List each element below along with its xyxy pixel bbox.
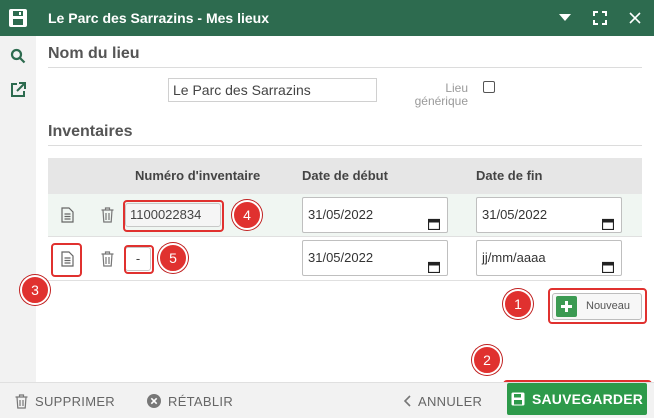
cancel-button[interactable]: ANNULER [403, 383, 482, 418]
document-icon[interactable] [59, 206, 75, 224]
section-divider [48, 145, 642, 146]
inventories-section-title: Inventaires [48, 123, 133, 140]
end-date-placeholder: jj/mm/aaaa [482, 250, 546, 265]
highlight-document-icon [51, 243, 82, 277]
calendar-icon[interactable] [601, 252, 615, 286]
delete-button[interactable]: SUPPRIMER [15, 383, 115, 418]
generic-label-line2: générique [414, 94, 468, 108]
highlight-inventory-number [123, 200, 224, 232]
save-button[interactable]: SAUVEGARDER [507, 383, 647, 415]
chevron-left-icon [403, 395, 411, 407]
location-name-field[interactable]: Le Parc des Sarrazins [168, 78, 377, 102]
step-marker-3: 3 [20, 275, 50, 305]
cancel-circle-icon [147, 394, 161, 408]
end-date-field[interactable]: 31/05/2022 [476, 197, 622, 233]
left-rail [0, 36, 36, 382]
column-header-number: Numéro d'inventaire [135, 168, 261, 183]
close-icon[interactable] [626, 9, 644, 27]
app-logo-icon [0, 0, 36, 36]
table-header: Numéro d'inventaire Date de début Date d… [48, 158, 642, 194]
title-bar: Le Parc des Sarrazins - Mes lieux [0, 0, 654, 36]
calendar-icon[interactable] [427, 252, 441, 286]
end-date-value: 31/05/2022 [482, 207, 548, 222]
column-header-end: Date de fin [476, 168, 543, 183]
dialog-window: Le Parc des Sarrazins - Mes lieux Nom du… [0, 0, 654, 418]
plus-icon [556, 296, 577, 317]
start-date-field[interactable]: 31/05/2022 [302, 240, 448, 276]
restore-label: RÉTABLIR [168, 393, 234, 409]
trash-icon[interactable] [99, 206, 115, 224]
step-marker-1: 1 [503, 289, 533, 319]
start-date-value: 31/05/2022 [308, 250, 374, 265]
save-icon [511, 392, 525, 406]
start-date-field[interactable]: 31/05/2022 [302, 197, 448, 233]
delete-label: SUPPRIMER [35, 393, 115, 409]
trash-icon [15, 393, 28, 409]
step-marker-5: 5 [158, 243, 188, 273]
generic-checkbox[interactable] [483, 81, 495, 93]
fullscreen-icon[interactable] [591, 9, 609, 27]
step-marker-4: 4 [232, 200, 262, 230]
section-divider [48, 67, 642, 68]
save-label: SAUVEGARDER [531, 391, 644, 407]
dropdown-arrow-icon[interactable] [556, 9, 574, 27]
window-title: Le Parc des Sarrazins - Mes lieux [48, 10, 269, 26]
restore-button[interactable]: RÉTABLIR [147, 383, 233, 418]
external-link-icon[interactable] [6, 77, 30, 101]
start-date-value: 31/05/2022 [308, 207, 374, 222]
column-header-start: Date de début [302, 168, 388, 183]
trash-icon[interactable] [99, 250, 115, 268]
search-icon[interactable] [6, 44, 30, 68]
highlight-inventory-dash [124, 245, 154, 274]
end-date-field[interactable]: jj/mm/aaaa [476, 240, 622, 276]
generic-label: Lieu générique [400, 82, 468, 108]
new-button[interactable]: Nouveau [552, 293, 642, 320]
location-section-title: Nom du lieu [48, 45, 140, 62]
step-marker-2: 2 [472, 345, 502, 375]
cancel-label: ANNULER [418, 393, 483, 409]
new-button-label: Nouveau [586, 300, 631, 312]
